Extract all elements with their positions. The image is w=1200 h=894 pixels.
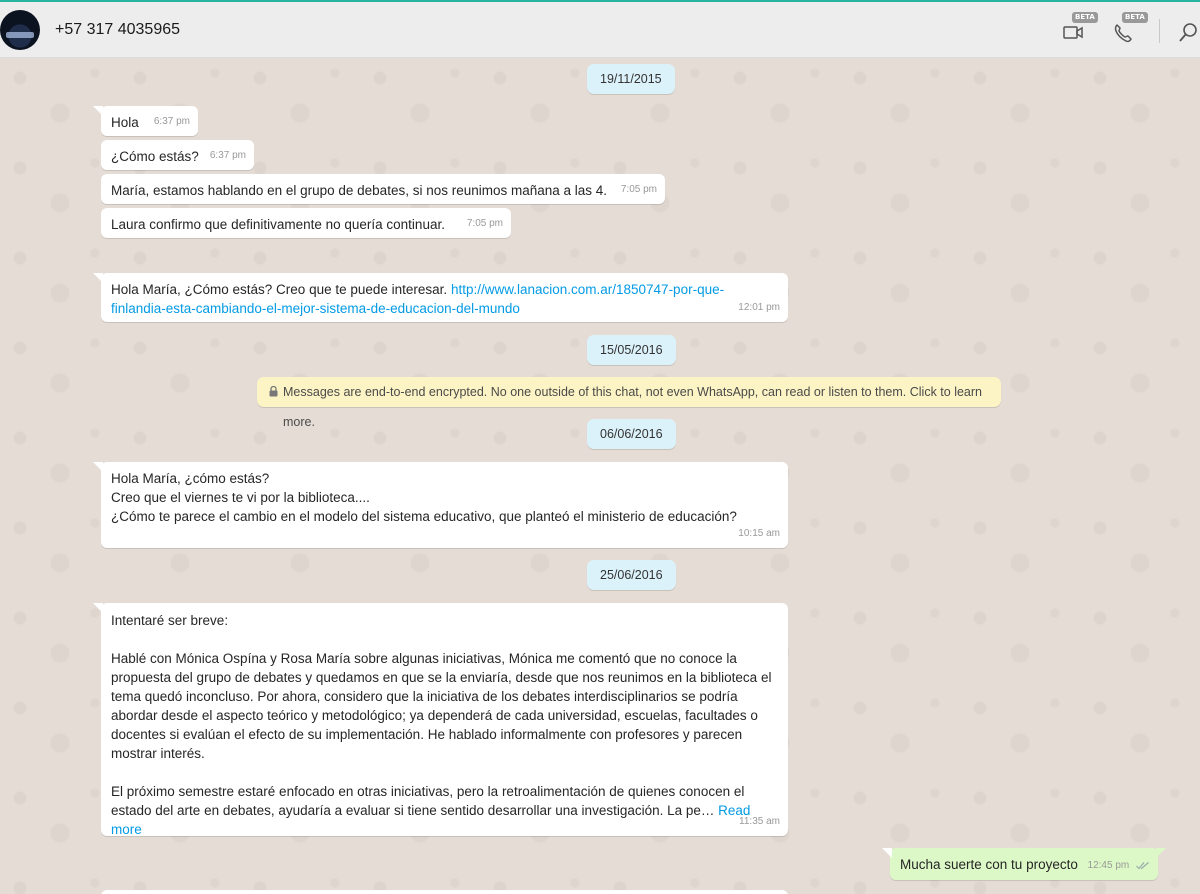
message-time: 6:37 pm — [209, 150, 246, 161]
message-time: 7:05 pm — [466, 218, 503, 229]
message-incoming[interactable]: Hola María, ¿cómo estás? Creo que el vie… — [93, 462, 788, 548]
date-divider: 15/05/2016 — [587, 335, 676, 365]
message-time: 10:15 am — [738, 528, 780, 539]
message-time: 12:01 pm — [738, 302, 780, 313]
message-line: Hola María, ¿cómo estás? — [111, 471, 270, 486]
lock-icon — [269, 386, 278, 397]
voice-call-button[interactable]: BETA — [1112, 12, 1148, 46]
message-incoming[interactable]: Hola María, ¿Cómo estás? Creo que te pue… — [93, 273, 788, 322]
message-outgoing[interactable]: Mucha suerte con tu proyecto 12:45 pm — [882, 848, 1166, 880]
contact-name[interactable]: +57 317 4035965 — [55, 21, 180, 39]
message-text: Hola — [111, 115, 139, 130]
message-incoming[interactable]: Laura confirmo que definitivamente no qu… — [101, 208, 511, 238]
search-button[interactable] — [1178, 20, 1200, 46]
message-line: ¿Cómo te parece el cambio en el modelo d… — [111, 509, 737, 524]
message-time: 12:45 pm — [1087, 860, 1130, 871]
message-time: 6:37 pm — [153, 116, 190, 127]
message-prefix: Hola María, ¿Cómo estás? Creo que te pue… — [111, 282, 451, 297]
header-divider — [1159, 19, 1160, 43]
date-divider: 19/11/2015 — [587, 64, 675, 94]
date-divider: 06/06/2016 — [587, 419, 676, 449]
message-paragraph: Hablé con Mónica Ospína y Rosa María sob… — [111, 651, 772, 761]
message-time: 11:35 am — [739, 816, 780, 827]
search-icon — [1179, 23, 1197, 42]
video-call-button[interactable]: BETA — [1062, 12, 1098, 46]
chat-panel[interactable]: 19/11/2015 Hola 6:37 pm ¿Cómo estás? 6:3… — [0, 58, 1200, 894]
message-incoming[interactable]: Hola 6:37 pm — [93, 106, 198, 136]
message-line: Creo que el viernes te vi por la bibliot… — [111, 490, 370, 505]
message-link[interactable]: http://www.lanacion.com.ar/1850747-por-q… — [451, 282, 724, 297]
message-text: Hola María, ¿Cómo estás? Creo que te pue… — [111, 280, 778, 318]
message-text: María, estamos hablando en el grupo de d… — [111, 183, 608, 198]
message-text: Hola María, ¿cómo estás? Creo que el vie… — [111, 469, 778, 526]
message-text: Laura confirmo que definitivamente no qu… — [111, 217, 445, 232]
encryption-notice[interactable]: Messages are end-to-end encrypted. No on… — [257, 377, 1001, 429]
message-link[interactable]: finlandia-esta-cambiando-el-mejor-sistem… — [111, 301, 520, 316]
message-incoming[interactable]: María, estamos hablando en el grupo de d… — [101, 174, 665, 204]
message-time: 7:05 pm — [620, 184, 657, 195]
message-incoming[interactable]: Intentaré ser breve: Hablé con Mónica Os… — [93, 603, 788, 839]
double-check-icon — [1136, 862, 1149, 870]
message-incoming-partial[interactable] — [101, 890, 788, 894]
video-beta-badge: BETA — [1072, 12, 1098, 23]
voice-call-icon — [1114, 24, 1132, 43]
message-paragraph: Intentaré ser breve: — [111, 613, 229, 628]
message-status: 12:45 pm — [1088, 856, 1150, 875]
message-incoming[interactable]: ¿Cómo estás? 6:37 pm — [101, 140, 254, 170]
contact-avatar[interactable] — [0, 10, 40, 50]
message-truncated-text: El próximo semestre estaré enfocado en o… — [111, 784, 745, 818]
chat-header: +57 317 4035965 BETA BETA — [0, 0, 1200, 58]
date-divider: 25/06/2016 — [587, 560, 676, 590]
call-beta-badge: BETA — [1122, 12, 1148, 23]
message-text: Mucha suerte con tu proyecto — [900, 857, 1078, 872]
video-call-icon — [1063, 26, 1083, 39]
message-text: ¿Cómo estás? — [111, 149, 199, 164]
message-paragraph: El próximo semestre estaré enfocado en o… — [111, 782, 778, 839]
